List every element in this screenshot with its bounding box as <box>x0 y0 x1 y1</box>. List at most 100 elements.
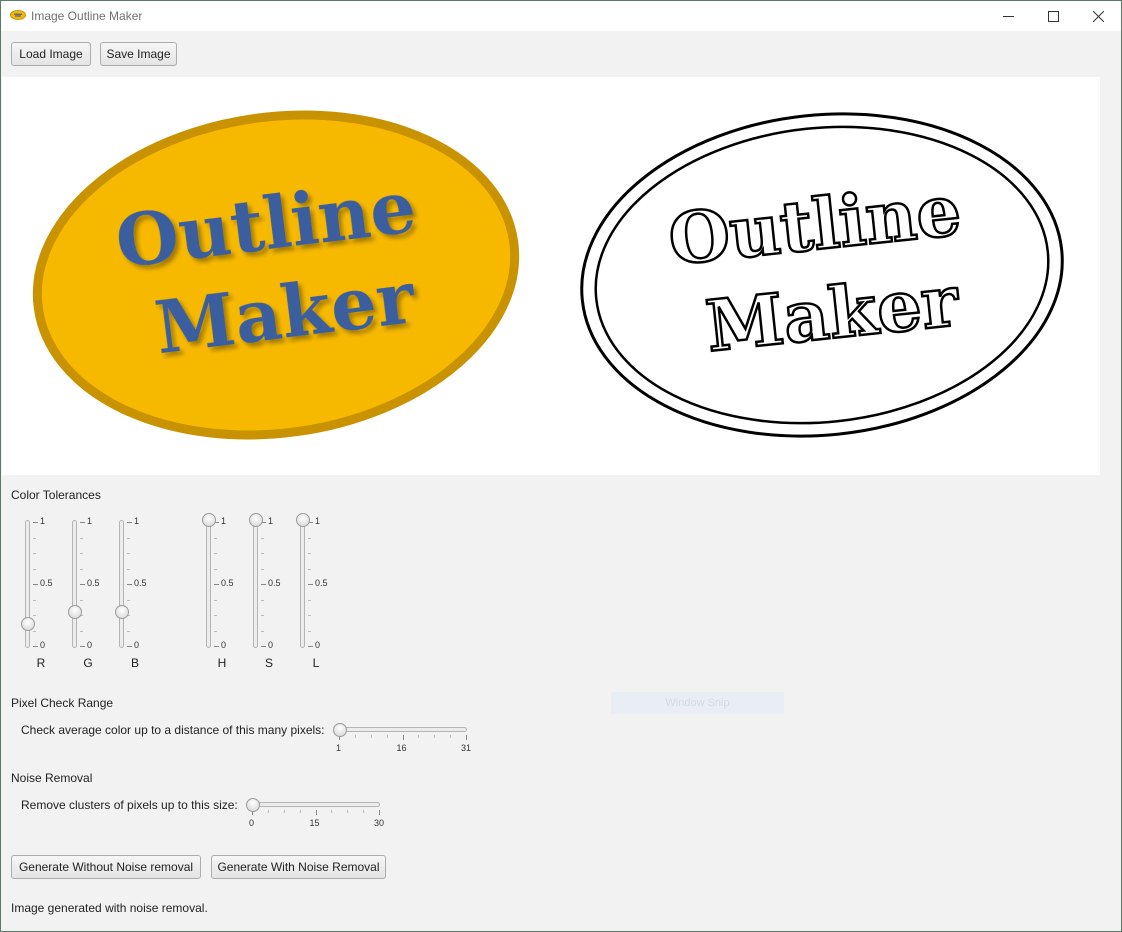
noise-removal-slider-tick-mark <box>347 810 349 813</box>
slider-h-tick-mark <box>214 646 219 647</box>
slider-s-tick-label: 0 <box>268 640 274 650</box>
original-image: Outline Maker <box>32 110 520 440</box>
pixel-check-slider-tick-label: 31 <box>461 743 472 753</box>
slider-r-tick-mark <box>33 584 38 585</box>
pixel-check-slider-thumb[interactable] <box>333 723 347 737</box>
slider-s-label: S <box>264 656 273 670</box>
slider-b-label: B <box>130 656 139 670</box>
slider-h-track[interactable] <box>206 520 211 648</box>
slider-l-tick-label: 1 <box>315 516 321 526</box>
slider-s-tick-label: 0.5 <box>268 578 281 588</box>
slider-l-track[interactable] <box>300 520 305 648</box>
slider-r-tick-mark <box>33 599 36 601</box>
slider-s-tick-mark <box>261 584 266 585</box>
slider-h-tick-mark <box>214 584 219 585</box>
slider-s-thumb[interactable] <box>249 513 263 527</box>
slider-g-tick-mark <box>80 599 83 601</box>
slider-b-track[interactable] <box>119 520 124 648</box>
window-title: Image Outline Maker <box>31 9 143 23</box>
noise-removal-slider-tick-label: 0 <box>249 818 255 828</box>
slider-r-tick-label: 0.5 <box>40 578 53 588</box>
noise-removal-slider-tick-mark <box>267 810 269 813</box>
pixel-check-slider-track[interactable] <box>338 727 467 732</box>
pixel-check-slider-tick-label: 16 <box>396 743 407 753</box>
color-tolerances-heading: Color Tolerances <box>11 488 101 502</box>
pixel-check-slider-tick-mark <box>434 735 436 738</box>
pixel-check-slider-tick-mark <box>418 735 420 738</box>
slider-b-tick-mark <box>127 537 130 539</box>
slider-l-tick-mark <box>308 599 311 601</box>
slider-l-thumb[interactable] <box>296 513 310 527</box>
minimize-icon <box>1002 15 1014 17</box>
slider-h-tick-label: 0.5 <box>221 578 234 588</box>
slider-l-tick-mark <box>308 568 311 570</box>
noise-removal-slider-tick-label: 30 <box>374 818 385 828</box>
noise-removal-slider-tick-mark <box>283 810 285 813</box>
slider-b-thumb[interactable] <box>115 604 129 619</box>
slider-l-tick-mark <box>308 537 311 539</box>
noise-removal-slider-tick-mark <box>363 810 365 813</box>
pixel-check-slider-tick-label: 1 <box>336 743 342 753</box>
slider-r-tick-mark <box>33 615 36 616</box>
slider-g-tick-label: 0.5 <box>87 578 100 588</box>
slider-s-track[interactable] <box>253 520 258 648</box>
slider-r-tick-mark <box>33 646 38 647</box>
title-bar[interactable]: Image Outline Maker <box>1 1 1121 31</box>
slider-l-label: L <box>312 656 320 670</box>
slider-r-thumb[interactable] <box>21 616 35 631</box>
slider-h-tick-mark <box>214 615 217 616</box>
slider-b-tick-mark <box>127 646 132 647</box>
slider-g-tick-mark <box>80 522 85 523</box>
slider-b-tick-mark <box>127 630 130 632</box>
image-display-area: Outline Maker Outline Maker <box>2 77 1100 475</box>
noise-removal-slider-tick-label: 15 <box>309 818 320 828</box>
slider-h-tick-mark <box>214 537 217 539</box>
noise-removal-slider-tick-mark <box>379 810 380 815</box>
slider-r-tick-label: 0 <box>40 640 46 650</box>
minimize-button[interactable] <box>985 1 1031 31</box>
pixel-check-slider-tick-mark <box>370 735 372 738</box>
pixel-check-slider-tick-mark <box>354 735 356 738</box>
pixel-check-slider-tick-mark <box>450 735 452 738</box>
slider-r-tick-mark <box>33 553 36 554</box>
slider-s-tick-mark <box>261 630 264 632</box>
noise-removal-heading: Noise Removal <box>11 771 93 785</box>
slider-b-tick-label: 0 <box>134 640 140 650</box>
slider-s-tick-mark <box>261 553 264 554</box>
app-window: Image Outline Maker Load Image Save Imag… <box>0 0 1122 932</box>
noise-removal-slider-track[interactable] <box>251 802 380 807</box>
slider-b-tick-mark <box>127 568 130 570</box>
generate-with-noise-removal-button[interactable]: Generate With Noise Removal <box>211 855 386 879</box>
slider-g-track[interactable] <box>72 520 77 648</box>
noise-removal-slider-thumb[interactable] <box>246 798 260 812</box>
slider-h-tick-mark <box>214 553 217 554</box>
slider-r-tick-mark <box>33 568 36 570</box>
save-image-button[interactable]: Save Image <box>100 42 177 66</box>
slider-g-tick-mark <box>80 537 83 539</box>
slider-h-tick-mark <box>214 599 217 601</box>
slider-l-tick-label: 0.5 <box>315 578 328 588</box>
slider-l-tick-mark <box>308 630 311 632</box>
slider-l-tick-mark <box>308 584 313 585</box>
slider-r-tick-mark <box>33 537 36 539</box>
slider-b-tick-mark <box>127 522 132 523</box>
slider-s-tick-mark <box>261 568 264 570</box>
generate-without-noise-removal-button[interactable]: Generate Without Noise removal <box>11 855 201 879</box>
pixel-check-slider-tick-mark <box>402 735 404 740</box>
load-image-button[interactable]: Load Image <box>11 42 91 66</box>
slider-g-thumb[interactable] <box>68 604 82 619</box>
maximize-icon <box>1047 10 1059 22</box>
slider-r-tick-label: 1 <box>40 516 46 526</box>
close-icon <box>1092 10 1104 22</box>
pixel-check-slider-tick-mark <box>386 735 388 738</box>
outline-image: Outline Maker <box>580 112 1064 438</box>
slider-l-tick-mark <box>308 615 311 616</box>
close-button[interactable] <box>1075 1 1121 31</box>
slider-h-thumb[interactable] <box>202 513 216 527</box>
image-canvas: Outline Maker Outline Maker <box>32 110 1064 440</box>
slider-h-label: H <box>217 656 227 670</box>
slider-r-tick-mark <box>33 522 38 523</box>
slider-b-tick-label: 1 <box>134 516 140 526</box>
status-message: Image generated with noise removal. <box>11 901 208 915</box>
maximize-button[interactable] <box>1030 1 1076 31</box>
